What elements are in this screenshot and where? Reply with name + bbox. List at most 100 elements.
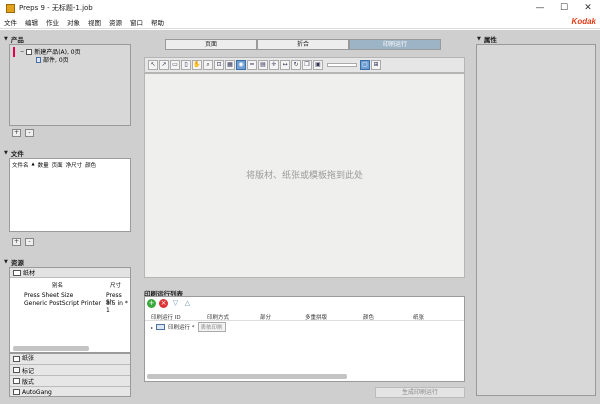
- resources-tab-marks[interactable]: 标记: [10, 365, 130, 376]
- sort-asc-icon: ▲: [31, 161, 35, 166]
- tab-signatures[interactable]: 折合: [257, 39, 349, 50]
- title-bar: Preps 9 - 无标题-1.job — ☐ ✕: [0, 0, 600, 16]
- maximize-icon[interactable]: ☐: [552, 0, 576, 16]
- col-filename[interactable]: 文件名: [12, 161, 29, 169]
- col-color[interactable]: 颜色: [85, 161, 96, 169]
- add-product-button[interactable]: +: [12, 129, 21, 137]
- tab-pages[interactable]: 页面: [165, 39, 257, 50]
- menu-object[interactable]: 对象: [63, 17, 84, 27]
- ruler-icon[interactable]: ━: [247, 60, 257, 70]
- run-list-hscrollbar[interactable]: [147, 374, 347, 379]
- print-method-select[interactable]: 表依印刷: [197, 322, 226, 332]
- resource-row-alias[interactable]: Generic PostScript Printer: [24, 300, 101, 307]
- menu-file[interactable]: 文件: [0, 17, 21, 27]
- resources-tab-list: 纸张 标记 版式 AutoGang: [9, 353, 131, 397]
- select-object-icon[interactable]: ↗: [159, 60, 169, 70]
- menu-bar: 文件 编辑 作业 对象 视图 资源 窗口 帮助: [0, 16, 600, 29]
- files-list: 文件名 ▲ 数量 页面 净尺寸 颜色: [9, 158, 131, 232]
- paper-stock-icon: [13, 269, 21, 276]
- files-panel-header[interactable]: ▼ 文件: [4, 148, 24, 158]
- product-color-marker: [13, 47, 15, 57]
- kodak-logo: Kodak: [571, 17, 596, 26]
- resources-tab-autogang[interactable]: AutoGang: [10, 387, 130, 397]
- resources-hscrollbar[interactable]: [13, 346, 89, 351]
- properties-panel: [476, 44, 596, 396]
- col-quantity[interactable]: 数量: [38, 161, 49, 169]
- col-run-id[interactable]: 印刷运行 ID: [151, 313, 181, 321]
- select-arrow-icon[interactable]: ↖: [148, 60, 158, 70]
- sheet-icon: [13, 356, 20, 362]
- menu-edit[interactable]: 编辑: [21, 17, 42, 27]
- files-list-header: 文件名 ▲ 数量 页面 净尺寸 颜色: [12, 161, 96, 169]
- properties-panel-header[interactable]: ▼ 属性: [477, 34, 497, 44]
- resources-panel: 纸材 别名 尺寸 Press Sheet Size Press Sh Gener…: [9, 267, 131, 353]
- run-list-panel: + × ▽ △ 印刷运行 ID 印刷方式 部分 多重拼版 颜色 纸张 ▸ 印刷运…: [144, 296, 465, 382]
- rotate-icon[interactable]: ↻: [291, 60, 301, 70]
- grid-view-icon[interactable]: ⊞: [371, 60, 381, 70]
- col-size[interactable]: 尺寸: [110, 281, 121, 289]
- delete-run-icon[interactable]: ×: [159, 299, 168, 308]
- press-run-icon: [156, 324, 166, 330]
- duplicate-icon[interactable]: ❐: [302, 60, 312, 70]
- col-stock[interactable]: 纸张: [413, 313, 424, 321]
- resources-tab-sheet[interactable]: 纸张: [10, 354, 130, 365]
- resources-panel-header[interactable]: ▼ 资源: [4, 257, 24, 267]
- expand-icon[interactable]: −: [20, 49, 24, 55]
- window-title: Preps 9 - 无标题-1.job: [19, 4, 93, 12]
- generate-press-runs-button[interactable]: 生成印刷运行: [375, 387, 465, 398]
- crosshair-icon[interactable]: ✛: [269, 60, 279, 70]
- menu-resources[interactable]: 资源: [105, 17, 126, 27]
- menu-view[interactable]: 视图: [84, 17, 105, 27]
- preps-app-icon: [6, 3, 15, 13]
- add-run-icon[interactable]: +: [147, 299, 156, 308]
- single-view-icon[interactable]: ▢: [360, 60, 370, 70]
- expand-row-icon[interactable]: ▸: [151, 325, 153, 330]
- move-down-icon[interactable]: ▽: [171, 299, 180, 308]
- add-file-button[interactable]: +: [12, 238, 21, 246]
- copy-page-icon[interactable]: ▯: [181, 60, 191, 70]
- remove-file-button[interactable]: -: [25, 238, 34, 246]
- tab-press-runs[interactable]: 印刷运行: [349, 39, 441, 50]
- canvas-toolbar: ↖ ↗ ▭ ▯ ✋ ⌕ ⊡ ▦ ◉ ━ ▤ ✛ ↔ ↻ ❐ ▣ ▢ ⊞: [144, 57, 465, 73]
- col-print-method[interactable]: 印刷方式: [207, 313, 229, 321]
- hand-icon[interactable]: ✋: [192, 60, 202, 70]
- color-marks-icon[interactable]: ▦: [225, 60, 235, 70]
- drop-hint: 将版材、纸张或模板拖到此处: [245, 171, 363, 181]
- products-panel-header[interactable]: ▼ 产品: [4, 34, 24, 44]
- zoom-icon[interactable]: ⌕: [203, 60, 213, 70]
- minimize-icon[interactable]: —: [528, 0, 552, 16]
- menu-job[interactable]: 作业: [42, 17, 63, 27]
- col-multiple-ups[interactable]: 多重拼版: [305, 313, 327, 321]
- col-part[interactable]: 部分: [260, 313, 271, 321]
- resource-row-alias[interactable]: Press Sheet Size: [24, 292, 73, 299]
- close-icon[interactable]: ✕: [576, 0, 600, 16]
- remove-product-button[interactable]: -: [25, 129, 34, 137]
- align-icon[interactable]: ↔: [280, 60, 290, 70]
- resources-tab-layout[interactable]: 版式: [10, 376, 130, 387]
- run-list-toolbar: + × ▽ △: [147, 299, 192, 308]
- guides-icon[interactable]: ▤: [258, 60, 268, 70]
- col-pages[interactable]: 页面: [52, 161, 63, 169]
- part-icon: [36, 56, 41, 63]
- move-up-icon[interactable]: △: [183, 299, 192, 308]
- products-tree: − 新建产品(A), 0页 部件, 0页: [9, 44, 131, 126]
- preview-icon[interactable]: ◉: [236, 60, 246, 70]
- view-tabs: 页面 折合 印刷运行: [165, 39, 441, 50]
- product-icon: [26, 48, 33, 55]
- part-tree-item[interactable]: 部件, 0页: [36, 55, 69, 64]
- col-color[interactable]: 颜色: [363, 313, 374, 321]
- zoom-fit-icon[interactable]: ⊡: [214, 60, 224, 70]
- col-trim-size[interactable]: 净尺寸: [66, 161, 83, 169]
- run-list-columns: 印刷运行 ID 印刷方式 部分 多重拼版 颜色 纸张: [145, 312, 464, 321]
- page-tool-icon[interactable]: ▭: [170, 60, 180, 70]
- resources-tab-paper[interactable]: 纸材: [10, 268, 130, 278]
- menu-help[interactable]: 帮助: [147, 17, 168, 27]
- col-alias[interactable]: 别名: [52, 281, 63, 289]
- group-icon[interactable]: ▣: [313, 60, 323, 70]
- marks-icon: [13, 367, 20, 373]
- drop-canvas[interactable]: 将版材、纸张或模板拖到此处: [144, 73, 465, 278]
- zoom-slider[interactable]: [327, 63, 357, 67]
- resource-row-size: 8.5 in * 1: [106, 300, 128, 314]
- menu-window[interactable]: 窗口: [126, 17, 147, 27]
- run-row[interactable]: ▸ 印刷运行 * 表依印刷: [151, 322, 226, 332]
